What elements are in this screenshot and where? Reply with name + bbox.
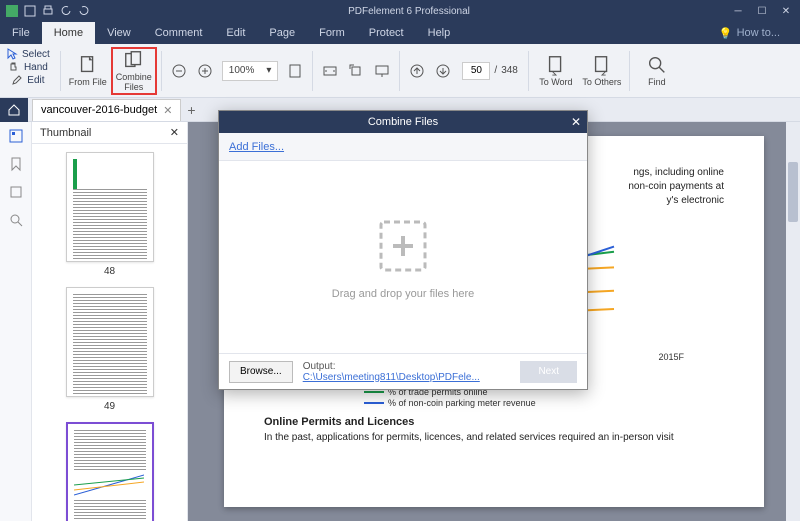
edit-tool[interactable]: Edit	[11, 74, 44, 86]
find-label: Find	[648, 78, 666, 88]
add-file-icon	[371, 214, 435, 278]
fit-page-button[interactable]	[283, 59, 307, 83]
thumbnail-panel: Thumbnail ✕ 48 49 50	[32, 122, 188, 521]
next-page-button[interactable]	[431, 59, 455, 83]
dialog-close-button[interactable]: ✕	[571, 115, 581, 129]
menu-page[interactable]: Page	[257, 22, 307, 44]
thumbnail-title: Thumbnail	[40, 127, 91, 139]
output-label: Output:	[303, 361, 336, 372]
select-tool[interactable]: Select	[6, 48, 50, 60]
drop-zone[interactable]: Drag and drop your files here	[219, 161, 587, 353]
to-others-label: To Others	[582, 78, 621, 88]
menu-help[interactable]: Help	[416, 22, 463, 44]
search-icon[interactable]	[8, 212, 24, 228]
thumbnail-48[interactable]: 48	[66, 152, 154, 277]
maximize-button[interactable]: ☐	[752, 4, 772, 18]
page-nav: / 348	[462, 62, 517, 80]
new-tab-button[interactable]: +	[187, 102, 195, 118]
page-sep: /	[494, 65, 497, 76]
app-title: PDFelement 6 Professional	[90, 6, 728, 17]
menu-home[interactable]: Home	[42, 22, 95, 44]
menu-form[interactable]: Form	[307, 22, 357, 44]
legend-swatch	[364, 402, 384, 404]
add-files-link[interactable]: Add Files...	[229, 141, 284, 153]
select-tool-label: Select	[22, 49, 50, 60]
menu-protect[interactable]: Protect	[357, 22, 416, 44]
undo-icon[interactable]	[60, 5, 72, 17]
menubar: File Home View Comment Edit Page Form Pr…	[0, 22, 800, 44]
document-tab-label: vancouver-2016-budget	[41, 104, 157, 116]
thumbnail-49[interactable]: 49	[66, 287, 154, 412]
drop-text: Drag and drop your files here	[332, 288, 474, 300]
save-icon[interactable]	[24, 5, 36, 17]
attachments-icon[interactable]	[8, 184, 24, 200]
app-logo-icon	[6, 5, 18, 17]
find-button[interactable]: Find	[634, 47, 680, 95]
zoom-in-button[interactable]	[193, 59, 217, 83]
thumbnail-label: 48	[104, 266, 115, 277]
thumbnails-icon[interactable]	[8, 128, 24, 144]
scrollbar-thumb[interactable]	[788, 162, 798, 222]
thumbnail-close-icon[interactable]: ✕	[170, 126, 179, 139]
minimize-button[interactable]: ─	[728, 4, 748, 18]
chart-year-label: 2015F	[658, 352, 684, 362]
redo-icon[interactable]	[78, 5, 90, 17]
zoom-level[interactable]: 100%▾	[222, 61, 279, 81]
sidebar	[0, 122, 32, 521]
chevron-down-icon: ▾	[260, 65, 277, 76]
section-title: Online Permits and Licences	[264, 416, 724, 428]
to-word-button[interactable]: To Word	[533, 47, 579, 95]
tab-close-icon[interactable]: ✕	[163, 104, 172, 117]
combine-files-label: Combine Files	[116, 73, 152, 93]
home-tab-button[interactable]	[0, 98, 28, 122]
menu-comment[interactable]: Comment	[143, 22, 215, 44]
combine-files-dialog: Combine Files ✕ Add Files... Drag and dr…	[218, 110, 588, 390]
output-field: Output: C:\Users\meeting811\Desktop\PDFe…	[303, 361, 511, 383]
vertical-scrollbar[interactable]	[786, 122, 800, 521]
hand-tool-label: Hand	[24, 62, 48, 73]
fit-width-button[interactable]	[318, 59, 342, 83]
legend-swatch	[364, 391, 384, 393]
titlebar: PDFelement 6 Professional ─ ☐ ✕	[0, 0, 800, 22]
zoom-value: 100%	[223, 65, 261, 76]
combine-files-button[interactable]: Combine Files	[111, 47, 157, 95]
browse-button[interactable]: Browse...	[229, 361, 293, 383]
document-tab[interactable]: vancouver-2016-budget ✕	[32, 99, 181, 121]
close-button[interactable]: ✕	[776, 4, 796, 18]
hand-tool[interactable]: Hand	[8, 61, 48, 73]
rotate-button[interactable]	[344, 59, 368, 83]
thumbnail-50[interactable]: 50	[66, 422, 154, 521]
page-current-input[interactable]	[462, 62, 490, 80]
dialog-titlebar: Combine Files ✕	[219, 111, 587, 133]
thumbnail-label: 49	[104, 401, 115, 412]
to-word-label: To Word	[539, 78, 572, 88]
zoom-out-button[interactable]	[167, 59, 191, 83]
prev-page-button[interactable]	[405, 59, 429, 83]
menu-file[interactable]: File	[0, 22, 42, 44]
menu-edit[interactable]: Edit	[214, 22, 257, 44]
next-button[interactable]: Next	[520, 361, 577, 383]
legend-label: % of non-coin parking meter revenue	[388, 398, 536, 408]
dialog-title: Combine Files	[368, 116, 438, 128]
output-path-link[interactable]: C:\Users\meeting811\Desktop\PDFele...	[303, 372, 480, 383]
from-file-button[interactable]: From File	[65, 47, 111, 95]
menu-view[interactable]: View	[95, 22, 143, 44]
from-file-label: From File	[69, 78, 107, 88]
how-to-label: How to...	[737, 27, 780, 39]
bulb-icon: 💡	[719, 27, 733, 40]
how-to-link[interactable]: 💡 How to...	[719, 27, 780, 40]
page-total: 348	[501, 65, 518, 76]
print-icon[interactable]	[42, 5, 54, 17]
bookmarks-icon[interactable]	[8, 156, 24, 172]
section-body: In the past, applications for permits, l…	[264, 432, 724, 443]
ribbon: Select Hand Edit From File Combine Files…	[0, 44, 800, 98]
presentation-button[interactable]	[370, 59, 394, 83]
edit-tool-label: Edit	[27, 75, 44, 86]
to-others-button[interactable]: To Others	[579, 47, 625, 95]
